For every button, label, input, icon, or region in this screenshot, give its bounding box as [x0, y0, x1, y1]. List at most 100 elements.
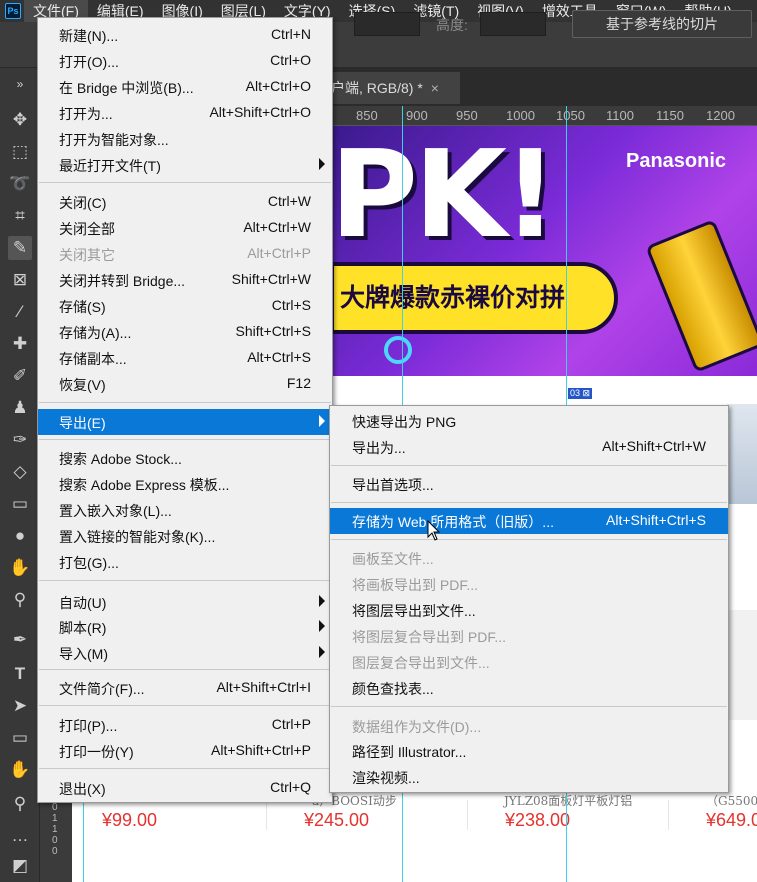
width-field[interactable]: [354, 12, 420, 36]
menu-separator: [331, 502, 727, 503]
document-tab-title: 户端, RGB/8) *: [331, 80, 423, 96]
menu-item-open-as[interactable]: 打开为... Alt+Shift+Ctrl+O: [38, 100, 332, 126]
zoom-tool-icon[interactable]: ⚲: [8, 792, 32, 816]
menu-item-close-go-bridge[interactable]: 关闭并转到 Bridge... Shift+Ctrl+W: [38, 267, 332, 293]
submenu-item-color-lookup[interactable]: 颜色查找表...: [330, 675, 728, 701]
menu-item-new[interactable]: 新建(N)... Ctrl+N: [38, 22, 332, 48]
clone-stamp-icon[interactable]: ♟: [8, 396, 32, 420]
logo-text: Ps: [5, 3, 21, 19]
menu-item-label: 最近打开文件(T): [59, 158, 161, 174]
menu-item-label: 自动(U): [59, 595, 107, 611]
tools-panel: » ✥ ⬚ ➰ ⌗ ✎ ⊠ ⁄ ✚ ✐ ♟ ✑ ◇ ▭ ● ✋ ⚲ ✒ T ➤ …: [0, 68, 40, 882]
hand-tool-icon[interactable]: ✋: [8, 758, 32, 782]
zoom-dodge-icon[interactable]: ⚲: [8, 588, 32, 612]
pen-tool-icon[interactable]: ✒: [8, 628, 32, 652]
menu-item-export[interactable]: 导出(E): [38, 409, 332, 435]
submenu-item-save-for-web[interactable]: 存储为 Web 所用格式（旧版）... Alt+Shift+Ctrl+S: [330, 508, 728, 534]
eyedropper-tool-icon[interactable]: ⁄: [8, 300, 32, 324]
slice-tool-icon[interactable]: ✎: [8, 236, 32, 260]
menu-item-label: 打开为智能对象...: [59, 132, 169, 148]
menu-item-save[interactable]: 存储(S) Ctrl+S: [38, 293, 332, 319]
gradient-tool-icon[interactable]: ▭: [8, 492, 32, 516]
document-tab[interactable]: 户端, RGB/8) * ×: [325, 72, 460, 104]
submenu-item-render-video[interactable]: 渲染视频...: [330, 764, 728, 790]
menu-item-exit[interactable]: 退出(X) Ctrl+Q: [38, 775, 332, 801]
path-select-icon[interactable]: ➤: [8, 694, 32, 718]
ruler-tick: 950: [456, 108, 478, 123]
menu-item-label: 打包(G)...: [59, 555, 119, 571]
menu-item-label: 在 Bridge 中浏览(B)...: [59, 80, 194, 96]
object-select-tool-icon[interactable]: ⌗: [8, 204, 32, 228]
menu-item-close[interactable]: 关闭(C) Ctrl+W: [38, 189, 332, 215]
menu-separator: [331, 539, 727, 540]
submenu-item-layers-to-files[interactable]: 将图层导出到文件...: [330, 597, 728, 623]
menu-item-shortcut: F12: [286, 375, 311, 391]
type-tool-icon[interactable]: T: [8, 662, 32, 686]
menu-item-import[interactable]: 导入(M): [38, 640, 332, 666]
menu-item-search-express[interactable]: 搜索 Adobe Express 模板...: [38, 471, 332, 497]
close-tab-icon[interactable]: ×: [431, 80, 439, 96]
ruler-tick: 1200: [706, 108, 735, 123]
slice-badge[interactable]: 03 ⊠: [568, 388, 593, 399]
frame-tool-icon[interactable]: ⊠: [8, 268, 32, 292]
menu-item-close-all[interactable]: 关闭全部 Alt+Ctrl+W: [38, 215, 332, 241]
menu-item-print[interactable]: 打印(P)... Ctrl+P: [38, 712, 332, 738]
menu-item-open-smart-object[interactable]: 打开为智能对象...: [38, 126, 332, 152]
submenu-item-paths-to-illustrator[interactable]: 路径到 Illustrator...: [330, 738, 728, 764]
submenu-item-artboards-to-pdf: 将画板导出到 PDF...: [330, 571, 728, 597]
history-brush-icon[interactable]: ✑: [8, 428, 32, 452]
submenu-arrow-icon: [319, 646, 325, 658]
product-desc: JYLZ08面板灯平板灯铝: [504, 794, 633, 808]
menu-item-save-as[interactable]: 存储为(A)... Shift+Ctrl+S: [38, 319, 332, 345]
eraser-tool-icon[interactable]: ◇: [8, 460, 32, 484]
menu-item-automate[interactable]: 自动(U): [38, 589, 332, 615]
menu-item-shortcut: Alt+Shift+Ctrl+W: [602, 438, 706, 454]
menu-item-label: 文件简介(F)...: [59, 681, 145, 697]
product-desc: （G5500）: [706, 794, 757, 808]
submenu-item-export-preferences[interactable]: 导出首选项...: [330, 471, 728, 497]
ruler-tick: 1100: [606, 108, 634, 123]
height-field[interactable]: [480, 12, 546, 36]
dodge-tool-icon[interactable]: ✋: [8, 556, 32, 580]
menu-item-package[interactable]: 打包(G)...: [38, 549, 332, 575]
healing-brush-icon[interactable]: ✚: [8, 332, 32, 356]
menu-item-shortcut: Ctrl+Q: [270, 779, 311, 795]
slices-from-guides-button[interactable]: 基于参考线的切片: [572, 10, 752, 38]
menu-item-open[interactable]: 打开(O)... Ctrl+O: [38, 48, 332, 74]
menu-item-label: 快速导出为 PNG: [352, 414, 457, 430]
menu-item-print-one[interactable]: 打印一份(Y) Alt+Shift+Ctrl+P: [38, 738, 332, 764]
blur-tool-icon[interactable]: ●: [8, 524, 32, 548]
menu-item-label: 搜索 Adobe Express 模板...: [59, 477, 230, 493]
menu-item-label: 打开为...: [59, 106, 113, 122]
menu-item-label: 导出首选项...: [352, 477, 434, 493]
submenu-item-quick-export-png[interactable]: 快速导出为 PNG: [330, 408, 728, 434]
ruler-tick: 900: [406, 108, 428, 123]
rectangle-tool-icon[interactable]: ▭: [8, 726, 32, 750]
menu-item-save-copy[interactable]: 存储副本... Alt+Ctrl+S: [38, 345, 332, 371]
menu-item-label: 存储副本...: [59, 351, 127, 367]
menu-item-place-embedded[interactable]: 置入嵌入对象(L)...: [38, 497, 332, 523]
lasso-tool-icon[interactable]: ➰: [8, 172, 32, 196]
brush-tool-icon[interactable]: ✐: [8, 364, 32, 388]
mouse-cursor-icon: [427, 520, 441, 541]
collapse-panel-icon[interactable]: »: [8, 72, 32, 96]
menu-item-file-info[interactable]: 文件简介(F)... Alt+Shift+Ctrl+I: [38, 675, 332, 701]
menu-item-shortcut: Ctrl+P: [271, 716, 311, 732]
menu-item-shortcut: Ctrl+N: [270, 26, 311, 42]
menu-item-search-stock[interactable]: 搜索 Adobe Stock...: [38, 445, 332, 471]
color-swatches-icon[interactable]: ◩: [8, 854, 32, 878]
menu-separator: [39, 439, 331, 440]
ruler-tick: 850: [356, 108, 378, 123]
submenu-item-export-as[interactable]: 导出为... Alt+Shift+Ctrl+W: [330, 434, 728, 460]
menu-item-browse-bridge[interactable]: 在 Bridge 中浏览(B)... Alt+Ctrl+O: [38, 74, 332, 100]
more-tools-icon[interactable]: …: [8, 824, 32, 848]
menu-item-label: 关闭全部: [59, 221, 115, 237]
move-tool-icon[interactable]: ✥: [8, 108, 32, 132]
menu-item-place-linked[interactable]: 置入链接的智能对象(K)...: [38, 523, 332, 549]
menu-item-label: 导出(E): [59, 415, 106, 431]
menu-item-recent-files[interactable]: 最近打开文件(T): [38, 152, 332, 178]
menu-item-label: 将画板导出到 PDF...: [352, 577, 479, 593]
menu-item-revert[interactable]: 恢复(V) F12: [38, 371, 332, 397]
menu-item-scripts[interactable]: 脚本(R): [38, 614, 332, 640]
marquee-tool-icon[interactable]: ⬚: [8, 140, 32, 164]
